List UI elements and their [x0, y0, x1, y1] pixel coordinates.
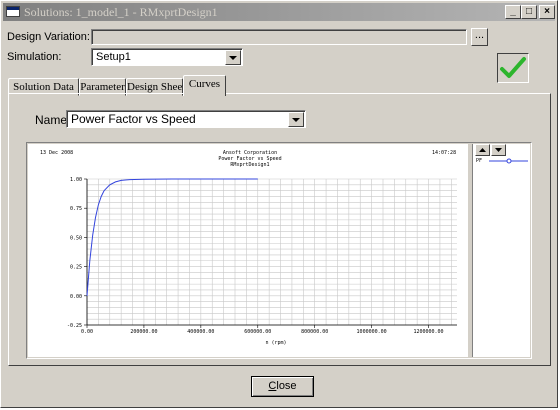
browse-button[interactable]: ...: [471, 28, 488, 46]
close-button[interactable]: Close: [251, 376, 314, 397]
x-tick-label: 0.00: [81, 329, 93, 335]
close-label-rest: lose: [276, 380, 297, 392]
chart-header-left: 13 Dec 2008: [40, 150, 73, 156]
chart-title-line-3: RMxprtDesign1: [230, 162, 269, 168]
scroll-down-button[interactable]: [491, 144, 506, 156]
arrow-up-icon: [479, 148, 486, 152]
checkmark-icon: [500, 57, 526, 78]
x-axis-label: n (rpm): [265, 340, 286, 346]
legend-panel: PF: [472, 144, 530, 357]
simulation-dropdown-button[interactable]: [225, 50, 241, 65]
maximize-button[interactable]: □: [521, 5, 537, 19]
simulation-label: Simulation:: [7, 51, 62, 63]
chart-header-right: 14:07:28: [432, 150, 456, 156]
x-tick-label: 200000.00: [130, 329, 157, 335]
plot-area[interactable]: 0.00 200000.00 400000.00 600000.00 800000.00…: [28, 144, 468, 357]
y-tick-label: -0.25: [67, 323, 82, 329]
y-tick-label: 0.75: [70, 206, 82, 212]
minimize-button[interactable]: _: [505, 5, 521, 19]
y-tick-label: 1.00: [70, 177, 82, 183]
y-tick-label: 0.00: [70, 294, 82, 300]
x-tick-label: 800000.00: [301, 329, 328, 335]
simulation-select[interactable]: Setup1: [91, 48, 243, 66]
legend-marker: [506, 158, 512, 164]
x-tick-label: 1200000.00: [413, 329, 443, 335]
design-variation-field[interactable]: [91, 29, 467, 45]
power-factor-chart: 0.00 200000.00 400000.00 600000.00 800000.00…: [40, 150, 457, 346]
y-tick-label: 0.25: [70, 265, 82, 271]
accept-button[interactable]: [497, 53, 529, 83]
y-tick-label: 0.50: [70, 235, 82, 241]
close-window-button[interactable]: ×: [539, 5, 555, 19]
scroll-up-button[interactable]: [475, 144, 490, 156]
title-bar[interactable]: Solutions: 1_model_1 - RMxprtDesign1 _ □…: [3, 3, 555, 21]
window-title: Solutions: 1_model_1 - RMxprtDesign1: [24, 5, 218, 19]
legend-entry: PF: [476, 158, 528, 164]
x-tick-label: 600000.00: [244, 329, 271, 335]
window-icon: [6, 6, 20, 17]
legend-label: PF: [476, 158, 482, 164]
curve-name-select[interactable]: Power Factor vs Speed: [66, 110, 306, 128]
x-tick-label: 1000000.00: [357, 329, 387, 335]
tab-curves[interactable]: Curves: [183, 75, 226, 96]
curve-name-dropdown-button[interactable]: [288, 112, 304, 127]
solutions-window: Solutions: 1_model_1 - RMxprtDesign1 _ □…: [0, 0, 558, 408]
x-tick-label: 400000.00: [187, 329, 214, 335]
arrow-down-icon: [495, 148, 502, 152]
design-variation-label: Design Variation:: [7, 31, 90, 43]
